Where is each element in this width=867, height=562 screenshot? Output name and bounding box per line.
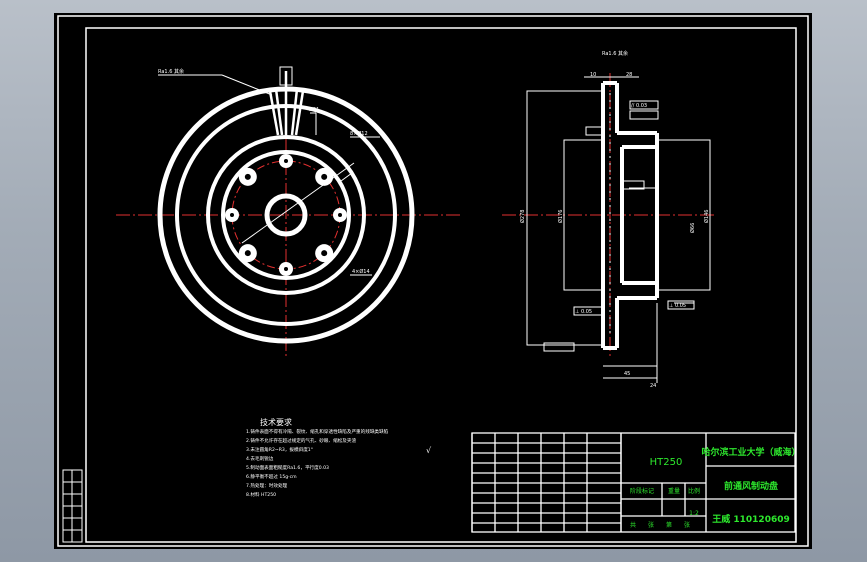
label-d-hub: Ø146 [703, 210, 710, 223]
note-line: 7.热处理：时效处理 [246, 482, 288, 489]
row-label: 阶段标记 [630, 487, 654, 495]
roughness-symbol: √ [426, 446, 432, 455]
note-line: 2.铸件不允许存在超过规定的气孔、砂眼、缩松及夹渣 [246, 437, 356, 444]
note-line: 5.制动面表面粗糙度Ra1.6，平行度0.03 [246, 464, 329, 471]
label-w1: 45 [624, 371, 630, 377]
technical-notes: 技术要求 1.铸件表面不得有冷隔、裂纹、缩孔和穿透性缺陷及严重的残缺类缺陷 2.铸… [246, 417, 432, 498]
inner-border [85, 27, 797, 543]
title-block-sheet-labels: 共张第张 [630, 521, 690, 529]
notes-title: 技术要求 [260, 417, 292, 427]
note-line: 6.静平衡不超过 15g·cm [246, 473, 297, 480]
bolt-hole-center [284, 159, 288, 163]
label-d-bore: Ø66 [689, 223, 696, 233]
school-name: 哈尔滨工业大学（威海） [701, 446, 800, 458]
outer-border [57, 15, 809, 547]
label-d-outer: Ø278 [519, 210, 526, 223]
row-label: 比例 [688, 487, 700, 495]
sheet-label: 张 [684, 521, 690, 529]
bolt-hole-center [244, 250, 251, 257]
left-margin-table [62, 469, 83, 543]
cut-wedge [268, 66, 305, 136]
label-flat-top: // 0.03 [631, 103, 647, 109]
cad-drawing: Ra1.6 其余 Ø21 8×Ø12 4×Ø14 Ra1.6 其余 // 0.0… [57, 15, 809, 547]
scale-value: 1:2 [689, 510, 699, 517]
drawing-sheet: Ra1.6 其余 Ø21 8×Ø12 4×Ø14 Ra1.6 其余 // 0.0… [54, 13, 812, 549]
label-w2: 24 [650, 383, 656, 389]
bolt-hole-center [284, 267, 288, 271]
label-bolt-pcd: 8×Ø12 [350, 130, 368, 137]
section-view: Ra1.6 其余 // 0.03 ⊥ 0.05 ⊥ 0.05 10 28 45 … [502, 50, 714, 389]
front-view: Ra1.6 其余 Ø21 8×Ø12 4×Ø14 [116, 66, 462, 358]
label-flat-mid: ⊥ 0.05 [575, 309, 592, 315]
note-line: 8.材料 HT250 [246, 491, 276, 498]
row-label: 重量 [668, 487, 680, 495]
note-line: 3.未注圆角R2~R3，拔模斜度1° [246, 446, 313, 453]
bolt-hole-center [230, 213, 234, 217]
notes-lines: 1.铸件表面不得有冷隔、裂纹、缩孔和穿透性缺陷及严重的残缺类缺陷 2.铸件不允许存… [246, 428, 389, 498]
sheet-label: 张 [648, 521, 654, 529]
label-flat-bottom: ⊥ 0.05 [669, 303, 686, 309]
label-top-dim: Ø21 [309, 106, 319, 113]
author-id: 王威 110120609 [712, 513, 790, 525]
part-name: 前通风制动盘 [724, 480, 778, 492]
material-label: HT250 [650, 457, 683, 468]
note-line: 4.去毛刺锐边 [246, 455, 274, 462]
title-block-row-labels: 阶段标记 重量 比例 [630, 487, 700, 495]
bolt-hole-center [321, 250, 328, 257]
label-note-left: Ra1.6 其余 [158, 68, 184, 75]
label-t2: 28 [626, 72, 632, 78]
bolt-hole-center [338, 213, 342, 217]
sheet-label: 第 [666, 521, 672, 529]
bolt-hole-center [244, 173, 251, 180]
label-hole: 4×Ø14 [352, 268, 370, 275]
section-heading: Ra1.6 其余 [602, 50, 628, 57]
sheet-label: 共 [630, 521, 636, 529]
title-block: HT250 哈尔滨工业大学（威海） 前通风制动盘 王威 110120609 1:… [471, 432, 801, 533]
bolt-hole-center [321, 173, 328, 180]
label-d-inner: Ø176 [557, 210, 564, 223]
label-t1: 10 [590, 72, 596, 78]
note-line: 1.铸件表面不得有冷隔、裂纹、缩孔和穿透性缺陷及严重的残缺类缺陷 [246, 428, 389, 435]
